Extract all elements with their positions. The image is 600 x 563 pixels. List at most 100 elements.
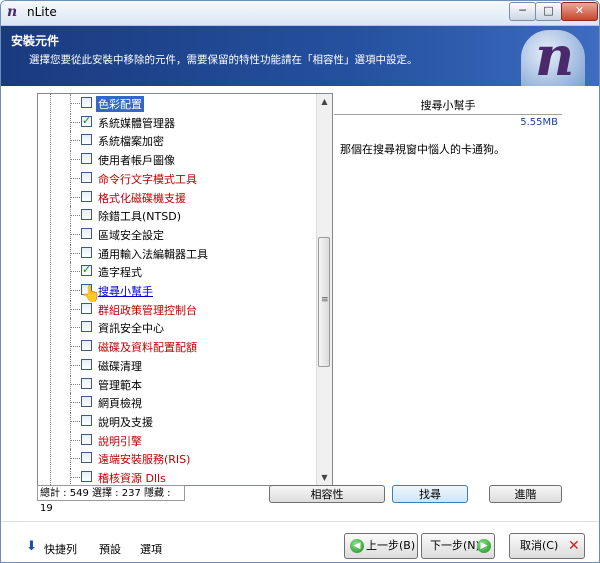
scroll-grip-icon: ≡ xyxy=(321,295,329,305)
minimize-button[interactable]: ─ xyxy=(509,2,536,21)
tree-scrollbar[interactable]: ▲ ≡ ▼ xyxy=(316,94,332,485)
tree-item[interactable]: 群組政策管理控制台 xyxy=(38,299,317,318)
component-checkbox[interactable] xyxy=(81,396,92,408)
tree-item[interactable]: 除錯工具(NTSD) xyxy=(38,206,317,225)
component-label: 命令行文字模式工具 xyxy=(98,172,197,186)
tree-item[interactable]: 遠端安裝服務(RIS) xyxy=(38,449,317,468)
component-label: 造字程式 xyxy=(98,266,142,280)
back-arrow-icon: ◀ xyxy=(350,539,364,553)
component-tree[interactable]: 色彩配置系統媒體管理器系統檔案加密使用者帳戶圖像命令行文字模式工具格式化磁碟機支… xyxy=(37,93,333,486)
component-checkbox[interactable] xyxy=(81,153,92,165)
tree-item[interactable]: 色彩配置 xyxy=(38,94,317,112)
component-count-status: 總計 : 549 選擇 : 237 隱藏 : 19 xyxy=(37,485,185,514)
tree-item[interactable]: 系統檔案加密 xyxy=(38,131,317,150)
component-checkbox[interactable] xyxy=(81,190,92,202)
page-title: 安裝元件 xyxy=(11,34,60,48)
component-checkbox[interactable] xyxy=(81,302,92,314)
component-checkbox[interactable] xyxy=(81,358,92,370)
page-subtitle: 選擇您要從此安裝中移除的元件，需要保留的特性功能請在「相容性」選項中設定。 xyxy=(29,54,418,66)
tree-item[interactable]: 系統媒體管理器 xyxy=(38,112,317,131)
component-checkbox[interactable] xyxy=(81,246,92,258)
cancel-x-icon: ✕ xyxy=(568,538,580,554)
scroll-down-icon[interactable]: ▼ xyxy=(317,470,332,485)
component-checkbox[interactable] xyxy=(81,209,92,221)
component-label: 系統檔案加密 xyxy=(98,135,164,149)
tree-item[interactable]: 稽核資源 Dlls xyxy=(38,468,317,485)
component-label: 磁碟及資料配置配額 xyxy=(98,341,197,355)
next-arrow-icon: ▶ xyxy=(477,539,491,553)
cancel-label: 取消(C) xyxy=(520,539,559,552)
component-checkbox[interactable] xyxy=(81,171,92,183)
close-button[interactable]: ✕ xyxy=(561,2,598,21)
component-label: 稽核資源 Dlls xyxy=(98,472,166,485)
tree-item[interactable]: 命令行文字模式工具 xyxy=(38,168,317,187)
shortcut-link[interactable]: 快捷列 xyxy=(44,541,77,557)
component-label: 通用輸入法編輯器工具 xyxy=(98,247,208,261)
cancel-button[interactable]: 取消(C) ✕ xyxy=(509,533,585,559)
tree-item[interactable]: 網頁檢視 xyxy=(38,393,317,412)
footer-divider xyxy=(1,521,599,522)
component-label: 系統媒體管理器 xyxy=(98,116,175,130)
component-checkbox[interactable] xyxy=(81,471,92,482)
component-label: 說明引擎 xyxy=(98,434,142,448)
nlite-logo-icon: n xyxy=(535,24,575,88)
component-label: 資訊安全中心 xyxy=(98,322,164,336)
preset-link[interactable]: 預設 xyxy=(99,541,121,557)
scroll-thumb[interactable]: ≡ xyxy=(318,237,330,367)
component-checkbox[interactable] xyxy=(81,452,92,464)
page-header: 安裝元件 選擇您要從此安裝中移除的元件，需要保留的特性功能請在「相容性」選項中設… xyxy=(1,26,599,86)
component-label: 除錯工具(NTSD) xyxy=(98,210,181,224)
maximize-button[interactable]: □ xyxy=(535,2,562,21)
component-label: 格式化磁碟機支援 xyxy=(98,191,186,205)
tree-item[interactable]: 通用輸入法編輯器工具 xyxy=(38,243,317,262)
tree-item[interactable]: 搜尋小幫手 xyxy=(38,281,317,299)
component-checkbox[interactable] xyxy=(81,263,92,277)
component-checkbox[interactable] xyxy=(81,97,92,108)
component-checkbox[interactable] xyxy=(81,227,92,239)
tree-item[interactable]: 磁碟及資料配置配額 xyxy=(38,337,317,356)
tree-item[interactable]: 格式化磁碟機支援 xyxy=(38,187,317,206)
find-button[interactable]: 找尋 xyxy=(392,485,468,503)
tree-item[interactable]: 區域安全設定 xyxy=(38,224,317,243)
tree-item[interactable]: 造字程式 xyxy=(38,262,317,281)
description-text: 那個在搜尋視窗中惱人的卡通狗。 xyxy=(340,143,505,156)
tree-item[interactable]: 說明及支援 xyxy=(38,411,317,430)
nlite-logo: n xyxy=(521,26,585,86)
window-title: nLite xyxy=(27,5,57,19)
tree-item[interactable]: 資訊安全中心 xyxy=(38,318,317,337)
title-bar: n nLite ─ □ ✕ xyxy=(1,1,599,26)
tree-item[interactable]: 磁碟清理 xyxy=(38,355,317,374)
back-label: 上一步(B) xyxy=(366,539,416,552)
tree-item[interactable]: 說明引擎 xyxy=(38,430,317,449)
description-title: 搜尋小幫手 xyxy=(420,99,476,112)
compatibility-button[interactable]: 相容性 xyxy=(269,485,385,503)
component-checkbox[interactable] xyxy=(81,340,92,352)
tree-item[interactable]: 使用者帳戶圖像 xyxy=(38,150,317,169)
description-panel: 搜尋小幫手 5.55MB 那個在搜尋視窗中惱人的卡通狗。 xyxy=(334,93,562,484)
component-checkbox[interactable] xyxy=(81,321,92,333)
next-button[interactable]: 下一步(N) ▶ xyxy=(421,533,495,559)
component-checkbox[interactable] xyxy=(81,114,92,127)
component-label: 遠端安裝服務(RIS) xyxy=(98,453,191,467)
shortcut-icon[interactable]: ⬇ xyxy=(26,539,37,554)
component-checkbox[interactable] xyxy=(81,414,92,426)
component-label: 說明及支援 xyxy=(98,415,153,429)
scroll-up-icon[interactable]: ▲ xyxy=(317,94,332,109)
component-label: 區域安全設定 xyxy=(98,228,164,242)
component-label: 色彩配置 xyxy=(96,96,144,112)
back-button[interactable]: ◀ 上一步(B) xyxy=(344,533,418,559)
component-checkbox[interactable] xyxy=(81,377,92,389)
component-checkbox[interactable] xyxy=(81,433,92,445)
nlite-app-icon: n xyxy=(7,4,18,20)
component-checkbox[interactable] xyxy=(81,134,92,146)
options-link[interactable]: 選項 xyxy=(140,541,162,557)
component-label: 群組政策管理控制台 xyxy=(98,303,197,317)
tree-item[interactable]: 管理範本 xyxy=(38,374,317,393)
advanced-button[interactable]: 進階 xyxy=(489,485,562,503)
component-size: 5.55MB xyxy=(520,117,558,128)
component-label: 使用者帳戶圖像 xyxy=(98,154,175,168)
next-label: 下一步(N) xyxy=(430,539,480,552)
component-label: 管理範本 xyxy=(98,378,142,392)
component-label: 搜尋小幫手 xyxy=(98,285,153,298)
component-list: 色彩配置系統媒體管理器系統檔案加密使用者帳戶圖像命令行文字模式工具格式化磁碟機支… xyxy=(38,94,317,485)
